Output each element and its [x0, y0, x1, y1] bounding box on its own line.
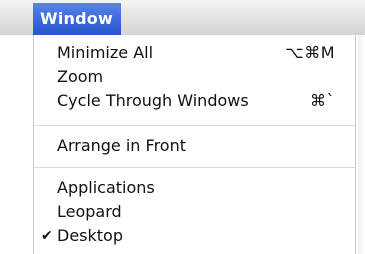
menu-item-label: Leopard [57, 202, 122, 221]
menu-item-desktop[interactable]: ✔ Desktop [34, 224, 355, 248]
menu-item-label: Desktop [57, 226, 123, 245]
menu-item-label: Minimize All [57, 43, 154, 62]
menu-separator [34, 167, 355, 168]
menu-item-arrange-in-front[interactable]: Arrange in Front [34, 134, 355, 158]
menu-item-label: Cycle Through Windows [57, 91, 249, 110]
menu-right-border [355, 35, 356, 254]
menu-shadow [358, 35, 365, 254]
menu-item-label: Zoom [57, 67, 104, 86]
checkmark-icon: ✔ [41, 228, 53, 244]
menu-item-applications[interactable]: Applications [34, 176, 355, 200]
menu-item-label: Arrange in Front [57, 136, 186, 155]
menu-item-shortcut: ⌥⌘M [285, 43, 335, 62]
menu-item-cycle-through-windows[interactable]: Cycle Through Windows ⌘` [34, 89, 355, 113]
menu-item-zoom[interactable]: Zoom [34, 65, 355, 89]
menu-item-minimize-all[interactable]: Minimize All ⌥⌘M [34, 41, 355, 65]
window-menu-title[interactable]: Window [33, 3, 121, 35]
menu-item-label: Applications [57, 178, 155, 197]
menu-item-leopard[interactable]: Leopard [34, 200, 355, 224]
menu-separator [34, 125, 355, 126]
menu-item-shortcut: ⌘` [310, 91, 335, 110]
